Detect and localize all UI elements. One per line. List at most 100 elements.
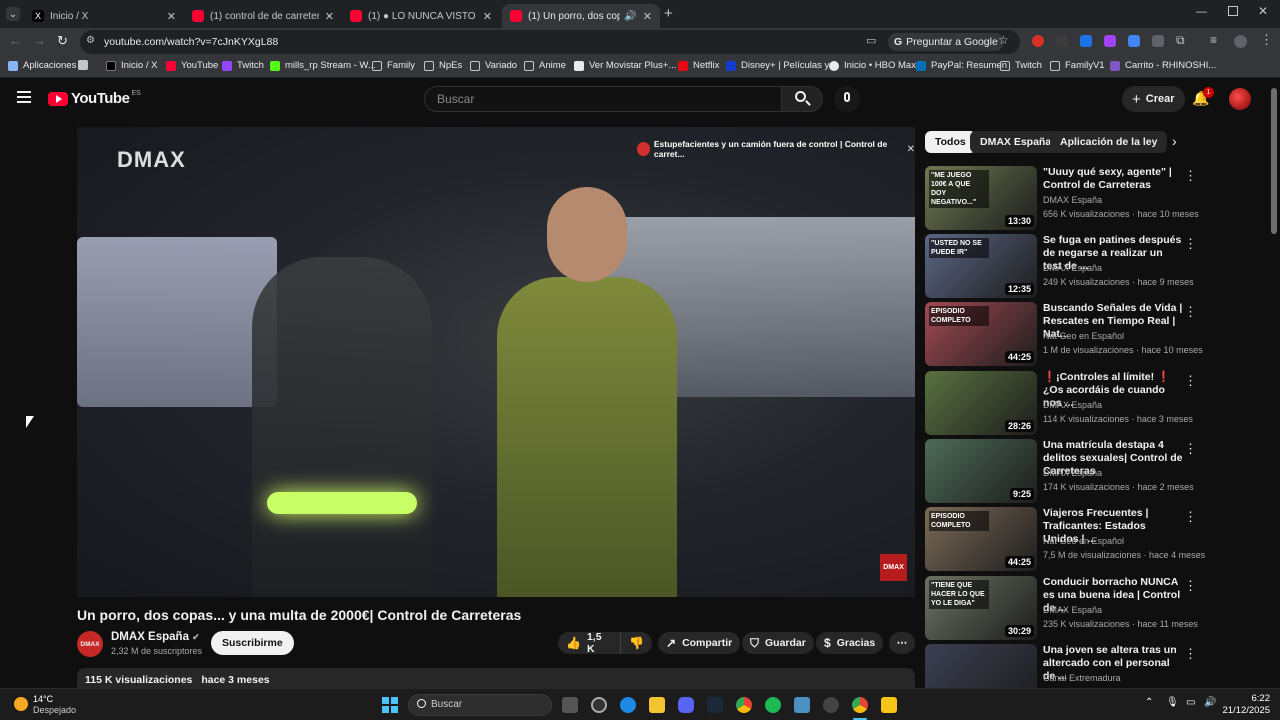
hamburger-menu-icon[interactable] (17, 91, 31, 103)
channel-name[interactable]: DMAX España (111, 631, 189, 643)
close-tab-icon[interactable]: ✕ (325, 10, 334, 23)
recommendation-channel[interactable]: DMAX España (1043, 195, 1102, 205)
bookmark-rhinoshield[interactable]: Carrito - RHINOSHI... (1110, 60, 1216, 71)
minimize-icon[interactable]: — (1196, 6, 1207, 18)
more-vertical-icon[interactable]: ⋮ (1184, 373, 1197, 389)
extension-shield-icon[interactable] (1152, 35, 1164, 47)
tab-control-carreteras[interactable]: (1) control de de carreteras 09... ✕ (184, 4, 342, 28)
more-vertical-icon[interactable]: ⋮ (1184, 509, 1197, 525)
recommendation-channel[interactable]: Nat Geo en Español (1043, 536, 1124, 546)
tab-un-porro-active[interactable]: (1) Un porro, dos copas... y 🔊 ✕ (502, 4, 660, 28)
app-icon[interactable] (823, 697, 839, 713)
bookmark-paypal[interactable]: PayPal: Resumen (916, 60, 1007, 71)
close-window-icon[interactable]: ✕ (1258, 4, 1268, 18)
recommendation-channel[interactable]: DMAX España (1043, 468, 1102, 478)
recommendation-title[interactable]: "Uuuy qué sexy, agente" | Control de Car… (1043, 166, 1183, 192)
tab-search-icon[interactable]: ⌄ (6, 7, 20, 21)
new-tab-icon[interactable]: + (664, 5, 673, 22)
volume-icon[interactable]: 🔊 (1204, 697, 1216, 708)
more-vertical-icon[interactable]: ⋮ (1184, 304, 1197, 320)
chrome-menu-icon[interactable]: ⋮ (1260, 32, 1273, 48)
video-thumbnail[interactable]: "TIENE QUE HACER LO QUE YO LE DIGA" 30:29 (925, 576, 1037, 640)
chip-todos[interactable]: Todos (925, 131, 976, 153)
video-player[interactable]: DMAX Estupefacientes y un camión fuera d… (77, 127, 915, 597)
bookmark-youtube[interactable]: YouTube (166, 60, 218, 71)
extension-icon[interactable] (1056, 35, 1068, 47)
bookmark-familyv1[interactable]: FamilyV1 (1050, 60, 1105, 71)
video-thumbnail[interactable]: 28:26 (925, 371, 1037, 435)
microphone-tray-icon[interactable]: 🎙 (1166, 697, 1179, 708)
close-overlay-icon[interactable]: ✕ (907, 144, 915, 155)
channel-name-row[interactable]: DMAX España ✔ (111, 631, 200, 643)
more-vertical-icon[interactable]: ⋮ (1184, 236, 1197, 252)
spotify-icon[interactable] (765, 697, 781, 713)
close-tab-icon[interactable]: ✕ (483, 10, 492, 23)
recommendation-channel[interactable]: Nat Geo en Español (1043, 331, 1124, 341)
bookmark-anime[interactable]: Anime (524, 60, 566, 71)
search-input[interactable]: Buscar (424, 86, 782, 112)
recommendation-item[interactable]: EPISODIO COMPLETO 44:25 Buscando Señales d… (925, 302, 1205, 366)
video-thumbnail[interactable]: EPISODIO COMPLETO 44:25 (925, 507, 1037, 571)
profile-avatar-icon[interactable] (1234, 35, 1247, 48)
bookmark-movistar[interactable]: Ver Movistar Plus+... (574, 60, 676, 71)
chip-dmax-espana[interactable]: DMAX España (970, 131, 1062, 153)
tab-lo-nunca-visto[interactable]: (1) ● LO NUNCA VISTO ● de... ✕ (342, 4, 500, 28)
restore-icon[interactable] (1228, 6, 1238, 16)
extension-translate-icon[interactable] (1080, 35, 1092, 47)
discord-icon[interactable] (678, 697, 694, 713)
like-button[interactable]: 👍 1,5 K (558, 631, 620, 655)
youtube-logo[interactable]: YouTube ES (48, 90, 141, 107)
recommendation-channel[interactable]: DMAX España (1043, 605, 1102, 615)
steam-icon[interactable] (707, 697, 723, 713)
recommendation-channel[interactable]: DMAX España (1043, 400, 1102, 410)
subscribe-button[interactable]: Suscribirme (211, 631, 294, 655)
clock-time[interactable]: 6:22 (1226, 693, 1271, 704)
extension-adblock-icon[interactable] (1032, 35, 1044, 47)
network-icon[interactable]: ▭ (1186, 697, 1195, 708)
reading-list-icon[interactable]: ≡ (1210, 33, 1217, 47)
video-thumbnail[interactable]: "USTED NO SE PUEDE IR" 12:35 (925, 234, 1037, 298)
forward-icon[interactable]: → (33, 33, 46, 48)
channel-avatar[interactable]: DMAX (77, 631, 103, 657)
clock-date[interactable]: 21/12/2025 (1222, 705, 1270, 716)
page-scrollbar-thumb[interactable] (1271, 88, 1277, 234)
chip-aplicacion-de-la-ley[interactable]: Aplicación de la ley (1050, 131, 1168, 153)
thanks-button[interactable]: $ Gracias (816, 632, 884, 654)
close-tab-icon[interactable]: ✕ (643, 10, 652, 23)
more-vertical-icon[interactable]: ⋮ (1184, 578, 1197, 594)
extensions-puzzle-icon[interactable]: ⧉ (1176, 33, 1185, 48)
windows-start-icon[interactable] (382, 697, 398, 713)
bookmark-inicio-x[interactable]: Inicio / X (106, 60, 157, 71)
extension-icon[interactable] (1104, 35, 1116, 47)
speaker-icon[interactable]: 🔊 (624, 11, 636, 22)
video-thumbnail[interactable]: "ME JUEGO 100€ A QUE DOY NEGATIVO..." 13:… (925, 166, 1037, 230)
recommendation-channel[interactable]: DMAX España (1043, 263, 1102, 273)
recommendation-item[interactable]: EPISODIO COMPLETO 44:25 Viajeros Frecuente… (925, 507, 1205, 571)
cast-icon[interactable]: ▭ (866, 34, 876, 47)
recommendation-item[interactable]: 9:25 Una matrícula destapa 4 delitos sexu… (925, 439, 1205, 503)
more-actions-button[interactable]: ⋯ (889, 632, 915, 654)
task-view-icon[interactable] (562, 697, 578, 713)
video-thumbnail[interactable]: EPISODIO COMPLETO 44:25 (925, 302, 1037, 366)
tray-chevron-icon[interactable]: ⌃ (1145, 697, 1153, 708)
bookmark-variado[interactable]: Variado (470, 60, 517, 71)
address-bar[interactable]: ⚙ youtube.com/watch?v=7cJnKYXgL88 ▭ G Pr… (80, 30, 1020, 54)
app-icon[interactable] (591, 697, 607, 713)
share-button[interactable]: ↗ Compartir (658, 632, 741, 654)
app-r-icon[interactable] (881, 697, 897, 713)
bookmark-grid[interactable] (78, 60, 93, 70)
bookmark-hbo-max[interactable]: Inicio • HBO Max (829, 60, 916, 71)
recommendation-item[interactable]: 28:26 ❗¡Controles al límite! ❗ ¿Os acordá… (925, 371, 1205, 435)
back-icon[interactable]: ← (9, 33, 22, 48)
account-avatar[interactable] (1229, 88, 1251, 110)
site-info-icon[interactable]: ⚙ (86, 35, 95, 46)
end-card-overlay[interactable]: Estupefacientes y un camión fuera de con… (637, 139, 915, 159)
bookmark-npes[interactable]: NpEs (424, 60, 462, 71)
chrome-icon[interactable] (736, 697, 752, 713)
weather-desc[interactable]: Despejado (33, 705, 76, 715)
search-button[interactable] (781, 86, 823, 112)
chevron-right-icon[interactable]: › (1172, 133, 1177, 149)
app-icon[interactable] (620, 697, 636, 713)
description-box[interactable]: 115 K visualizaciones hace 3 meses (77, 668, 915, 688)
bookmark-star-icon[interactable]: ☆ (998, 33, 1009, 47)
